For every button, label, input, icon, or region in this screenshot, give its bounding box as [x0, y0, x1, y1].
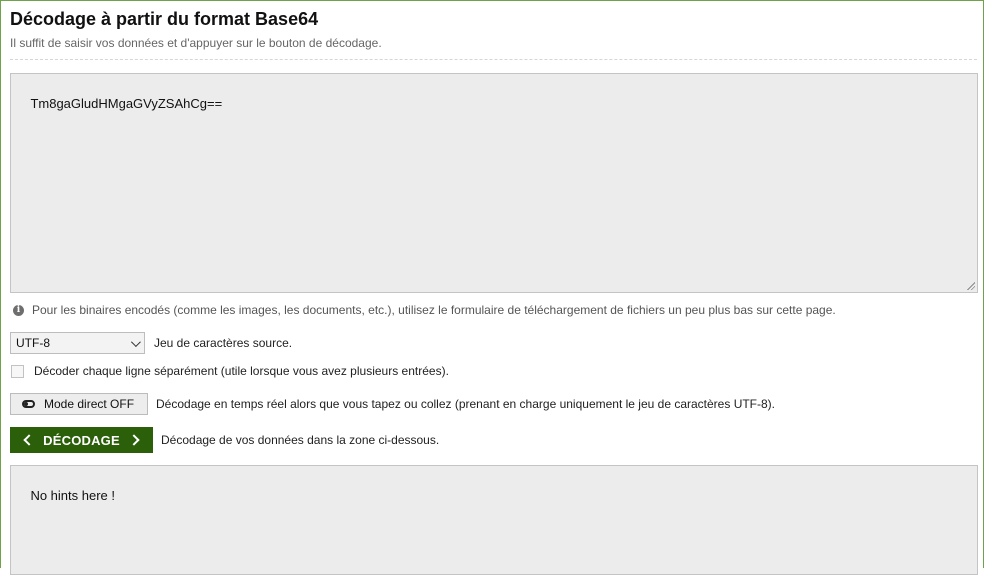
page-subtitle: Il suffit de saisir vos données et d'app… [10, 36, 382, 50]
live-mode-row: Mode direct OFF Décodage en temps réel a… [10, 393, 775, 415]
decode-row: DÉCODAGE Décodage de vos données dans la… [10, 427, 439, 453]
charset-select[interactable]: UTF-8 [10, 332, 145, 354]
output-text: No hints here ! [30, 488, 115, 503]
info-icon: i [13, 304, 24, 316]
per-line-checkbox[interactable] [11, 364, 24, 378]
chevron-down-icon [130, 336, 141, 347]
input-textarea[interactable]: Tm8gaGludHMgaGVyZSAhCg== [10, 73, 978, 293]
per-line-label: Décoder chaque ligne séparément (utile l… [34, 364, 449, 378]
page-title: Décodage à partir du format Base64 [10, 9, 319, 29]
chevron-right-icon [128, 434, 140, 446]
resize-grip-icon[interactable] [966, 281, 975, 290]
charset-row: UTF-8 Jeu de caractères source. [10, 332, 292, 354]
info-text: Pour les binaires encodés (comme les ima… [32, 303, 836, 317]
decode-description: Décodage de vos données dans la zone ci-… [161, 433, 440, 447]
live-mode-button-label: Mode direct OFF [44, 397, 135, 411]
toggle-off-icon [22, 400, 35, 408]
info-note: i Pour les binaires encodés (comme les i… [13, 303, 836, 317]
page-frame: Décodage à partir du format Base64 Il su… [0, 0, 984, 575]
per-line-row: Décoder chaque ligne séparément (utile l… [10, 364, 449, 378]
input-text: Tm8gaGludHMgaGVyZSAhCg== [30, 96, 223, 111]
charset-label: Jeu de caractères source. [154, 336, 293, 350]
decode-button-label: DÉCODAGE [43, 432, 120, 448]
chevron-left-icon [23, 434, 35, 446]
header-divider [10, 59, 977, 60]
decode-button[interactable]: DÉCODAGE [10, 427, 153, 453]
live-mode-description: Décodage en temps réel alors que vous ta… [156, 397, 776, 411]
output-textarea[interactable]: No hints here ! [10, 465, 978, 575]
live-mode-button[interactable]: Mode direct OFF [10, 393, 148, 415]
charset-selected-value: UTF-8 [16, 336, 50, 350]
